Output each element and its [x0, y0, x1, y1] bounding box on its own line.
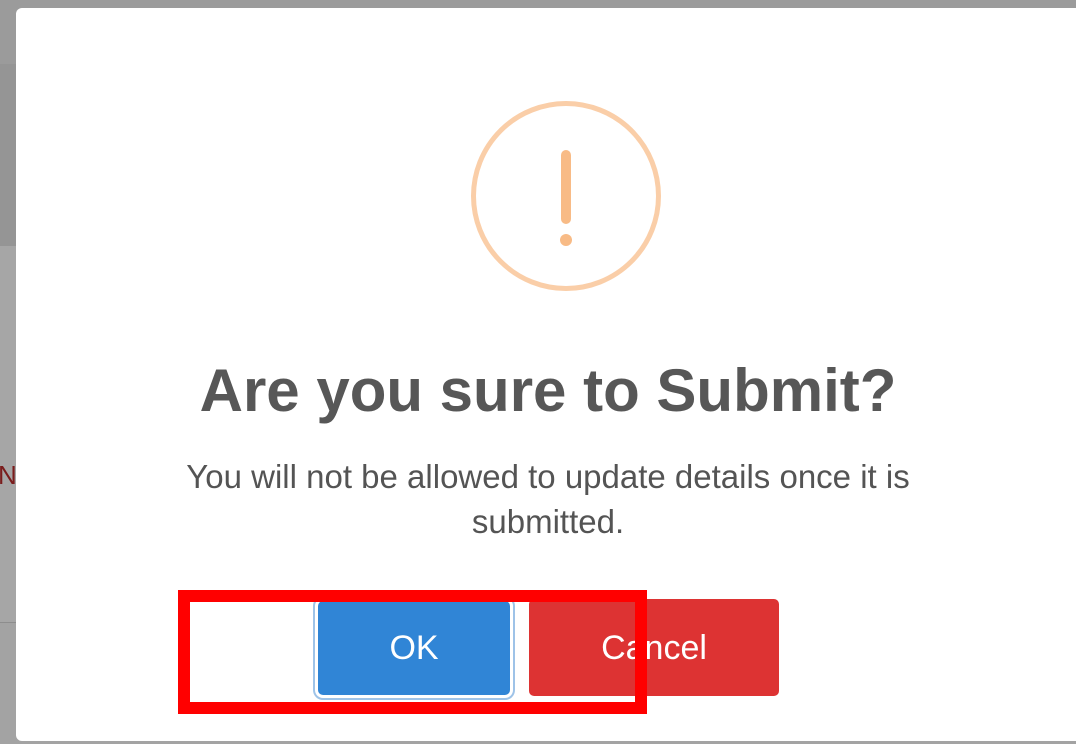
background-partial-text: N [0, 460, 17, 490]
dialog-message: You will not be allowed to update detail… [186, 458, 910, 540]
ok-button[interactable]: OK [318, 601, 510, 695]
confirm-dialog: Are you sure to Submit? You will not be … [16, 8, 1076, 741]
warning-exclamation-icon [471, 101, 661, 291]
exclamation-bar [561, 150, 571, 224]
dialog-title: Are you sure to Submit? [199, 357, 897, 424]
cancel-button[interactable]: Cancel [529, 599, 779, 696]
exclamation-dot [560, 234, 572, 246]
